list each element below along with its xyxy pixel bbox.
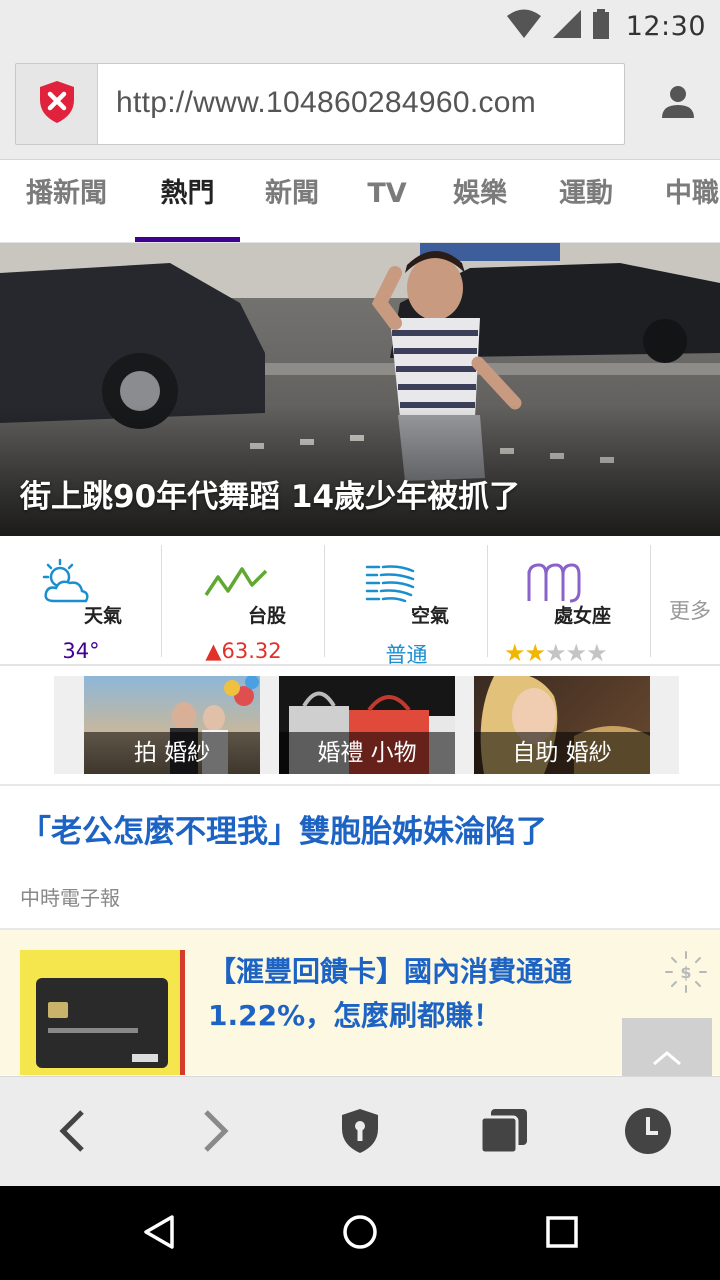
- tabs-icon: [479, 1107, 529, 1159]
- horoscope-label: 處女座: [554, 605, 612, 627]
- info-widgets: 天氣 34° 台股 ▲63.32 空氣 普通 處女座 ★★★★★ 更多: [0, 537, 720, 667]
- wifi-icon: [506, 9, 542, 43]
- tabs-button[interactable]: [476, 1105, 532, 1161]
- nav-home-button[interactable]: [332, 1206, 388, 1262]
- tab-hot[interactable]: 熱門: [135, 161, 240, 242]
- air-label: 空氣: [411, 605, 450, 627]
- cell-signal-icon: [552, 9, 582, 43]
- sponsored-dollar-icon: $: [664, 950, 708, 998]
- tab-sports[interactable]: 運動: [538, 161, 634, 242]
- star-empty-icon: ★: [545, 639, 566, 667]
- svg-text:$: $: [680, 963, 691, 982]
- hero-story[interactable]: 街上跳90年代舞蹈 14歲少年被抓了: [0, 243, 720, 536]
- chevron-left-icon: [57, 1109, 87, 1157]
- star-filled-icon: ★: [524, 639, 546, 667]
- triangle-back-icon: [142, 1214, 178, 1254]
- air-wind-icon: [365, 563, 417, 611]
- shield-x-icon: [38, 80, 76, 128]
- square-recents-icon: [545, 1215, 579, 1253]
- more-label: 更多: [669, 599, 711, 623]
- thumb-wedding-photo[interactable]: 拍 婚紗: [84, 676, 260, 774]
- privacy-shield-button[interactable]: [16, 64, 98, 144]
- thumb-wedding-gifts[interactable]: 婚禮 小物: [279, 676, 455, 774]
- up-triangle-icon: ▲: [205, 639, 222, 663]
- stock-chart-icon: [204, 565, 268, 603]
- horoscope-widget[interactable]: 處女座 ★★★★★: [488, 545, 651, 667]
- weather-value: 34°: [62, 639, 100, 663]
- clock-icon: [624, 1107, 672, 1159]
- stock-value: 63.32: [221, 639, 282, 663]
- forward-button[interactable]: [188, 1105, 244, 1161]
- status-bar: 12:30: [0, 0, 720, 52]
- profile-button[interactable]: [656, 82, 700, 126]
- system-navigation-bar: [0, 1186, 720, 1280]
- category-tabs: 播新聞 熱門 新聞 TV 娛樂 運動 中職: [0, 161, 720, 243]
- ad-headline[interactable]: 【滙豐回饋卡】國內消費通通 1.22%，怎麼刷都賺！: [208, 950, 658, 1038]
- more-widgets-button[interactable]: 更多: [651, 545, 720, 657]
- article-source: 中時電子報: [20, 886, 120, 910]
- star-empty-icon: ★: [565, 639, 587, 667]
- browser-bottom-toolbar: [0, 1076, 720, 1186]
- chevron-right-icon: [201, 1109, 231, 1157]
- thumb-caption: 婚禮 小物: [279, 732, 455, 774]
- clock: 12:30: [625, 10, 706, 42]
- tab-entertainment[interactable]: 娛樂: [432, 161, 528, 242]
- thumb-caption: 拍 婚紗: [84, 732, 260, 774]
- sponsored-ad[interactable]: 【滙豐回饋卡】國內消費通通 1.22%，怎麼刷都賺！ $: [0, 930, 720, 1075]
- scroll-to-top-button[interactable]: [622, 1018, 712, 1078]
- article-headline[interactable]: 「老公怎麼不理我」雙胞胎姊妹淪陷了: [20, 806, 547, 851]
- thumb-caption: 自助 婚紗: [474, 732, 650, 774]
- url-bar[interactable]: http://www.104860284960.com: [15, 63, 625, 145]
- url-text[interactable]: http://www.104860284960.com: [116, 86, 536, 120]
- browser-toolbar: http://www.104860284960.com: [0, 52, 720, 160]
- chevron-up-icon: [652, 1050, 682, 1070]
- stock-value-row: ▲63.32: [162, 639, 325, 663]
- weather-cloud-sun-icon: [40, 557, 90, 613]
- person-icon: [660, 84, 696, 124]
- star-filled-icon: ★: [504, 639, 525, 667]
- nav-recents-button[interactable]: [534, 1206, 590, 1262]
- back-button[interactable]: [44, 1105, 100, 1161]
- weather-widget[interactable]: 天氣 34°: [0, 545, 162, 663]
- weather-label: 天氣: [84, 605, 123, 627]
- stock-widget[interactable]: 台股 ▲63.32: [162, 545, 325, 663]
- hero-headline[interactable]: 街上跳90年代舞蹈 14歲少年被抓了: [20, 471, 520, 516]
- stock-label: 台股: [248, 605, 287, 627]
- air-value: 普通: [385, 643, 428, 667]
- tab-news[interactable]: 新聞: [244, 161, 340, 242]
- circle-home-icon: [342, 1214, 378, 1254]
- tab-cpbl[interactable]: 中職: [644, 161, 720, 242]
- thumb-self-wedding[interactable]: 自助 婚紗: [474, 676, 650, 774]
- history-button[interactable]: [620, 1105, 676, 1161]
- nav-back-button[interactable]: [132, 1206, 188, 1262]
- sponsored-thumbnails: 拍 婚紗 婚禮 小物 自助 婚紗: [54, 676, 679, 774]
- tab-tv[interactable]: TV: [345, 161, 429, 242]
- battery-icon: [592, 9, 610, 43]
- star-empty-icon: ★: [586, 639, 607, 667]
- horoscope-stars: ★★★★★: [504, 639, 651, 667]
- privacy-button[interactable]: [332, 1105, 388, 1161]
- shield-keyhole-icon: [340, 1108, 380, 1158]
- air-quality-widget[interactable]: 空氣 普通: [325, 545, 488, 667]
- tab-broadcast-news[interactable]: 播新聞: [0, 161, 133, 242]
- divider: [0, 784, 720, 786]
- credit-card-image: [20, 950, 185, 1075]
